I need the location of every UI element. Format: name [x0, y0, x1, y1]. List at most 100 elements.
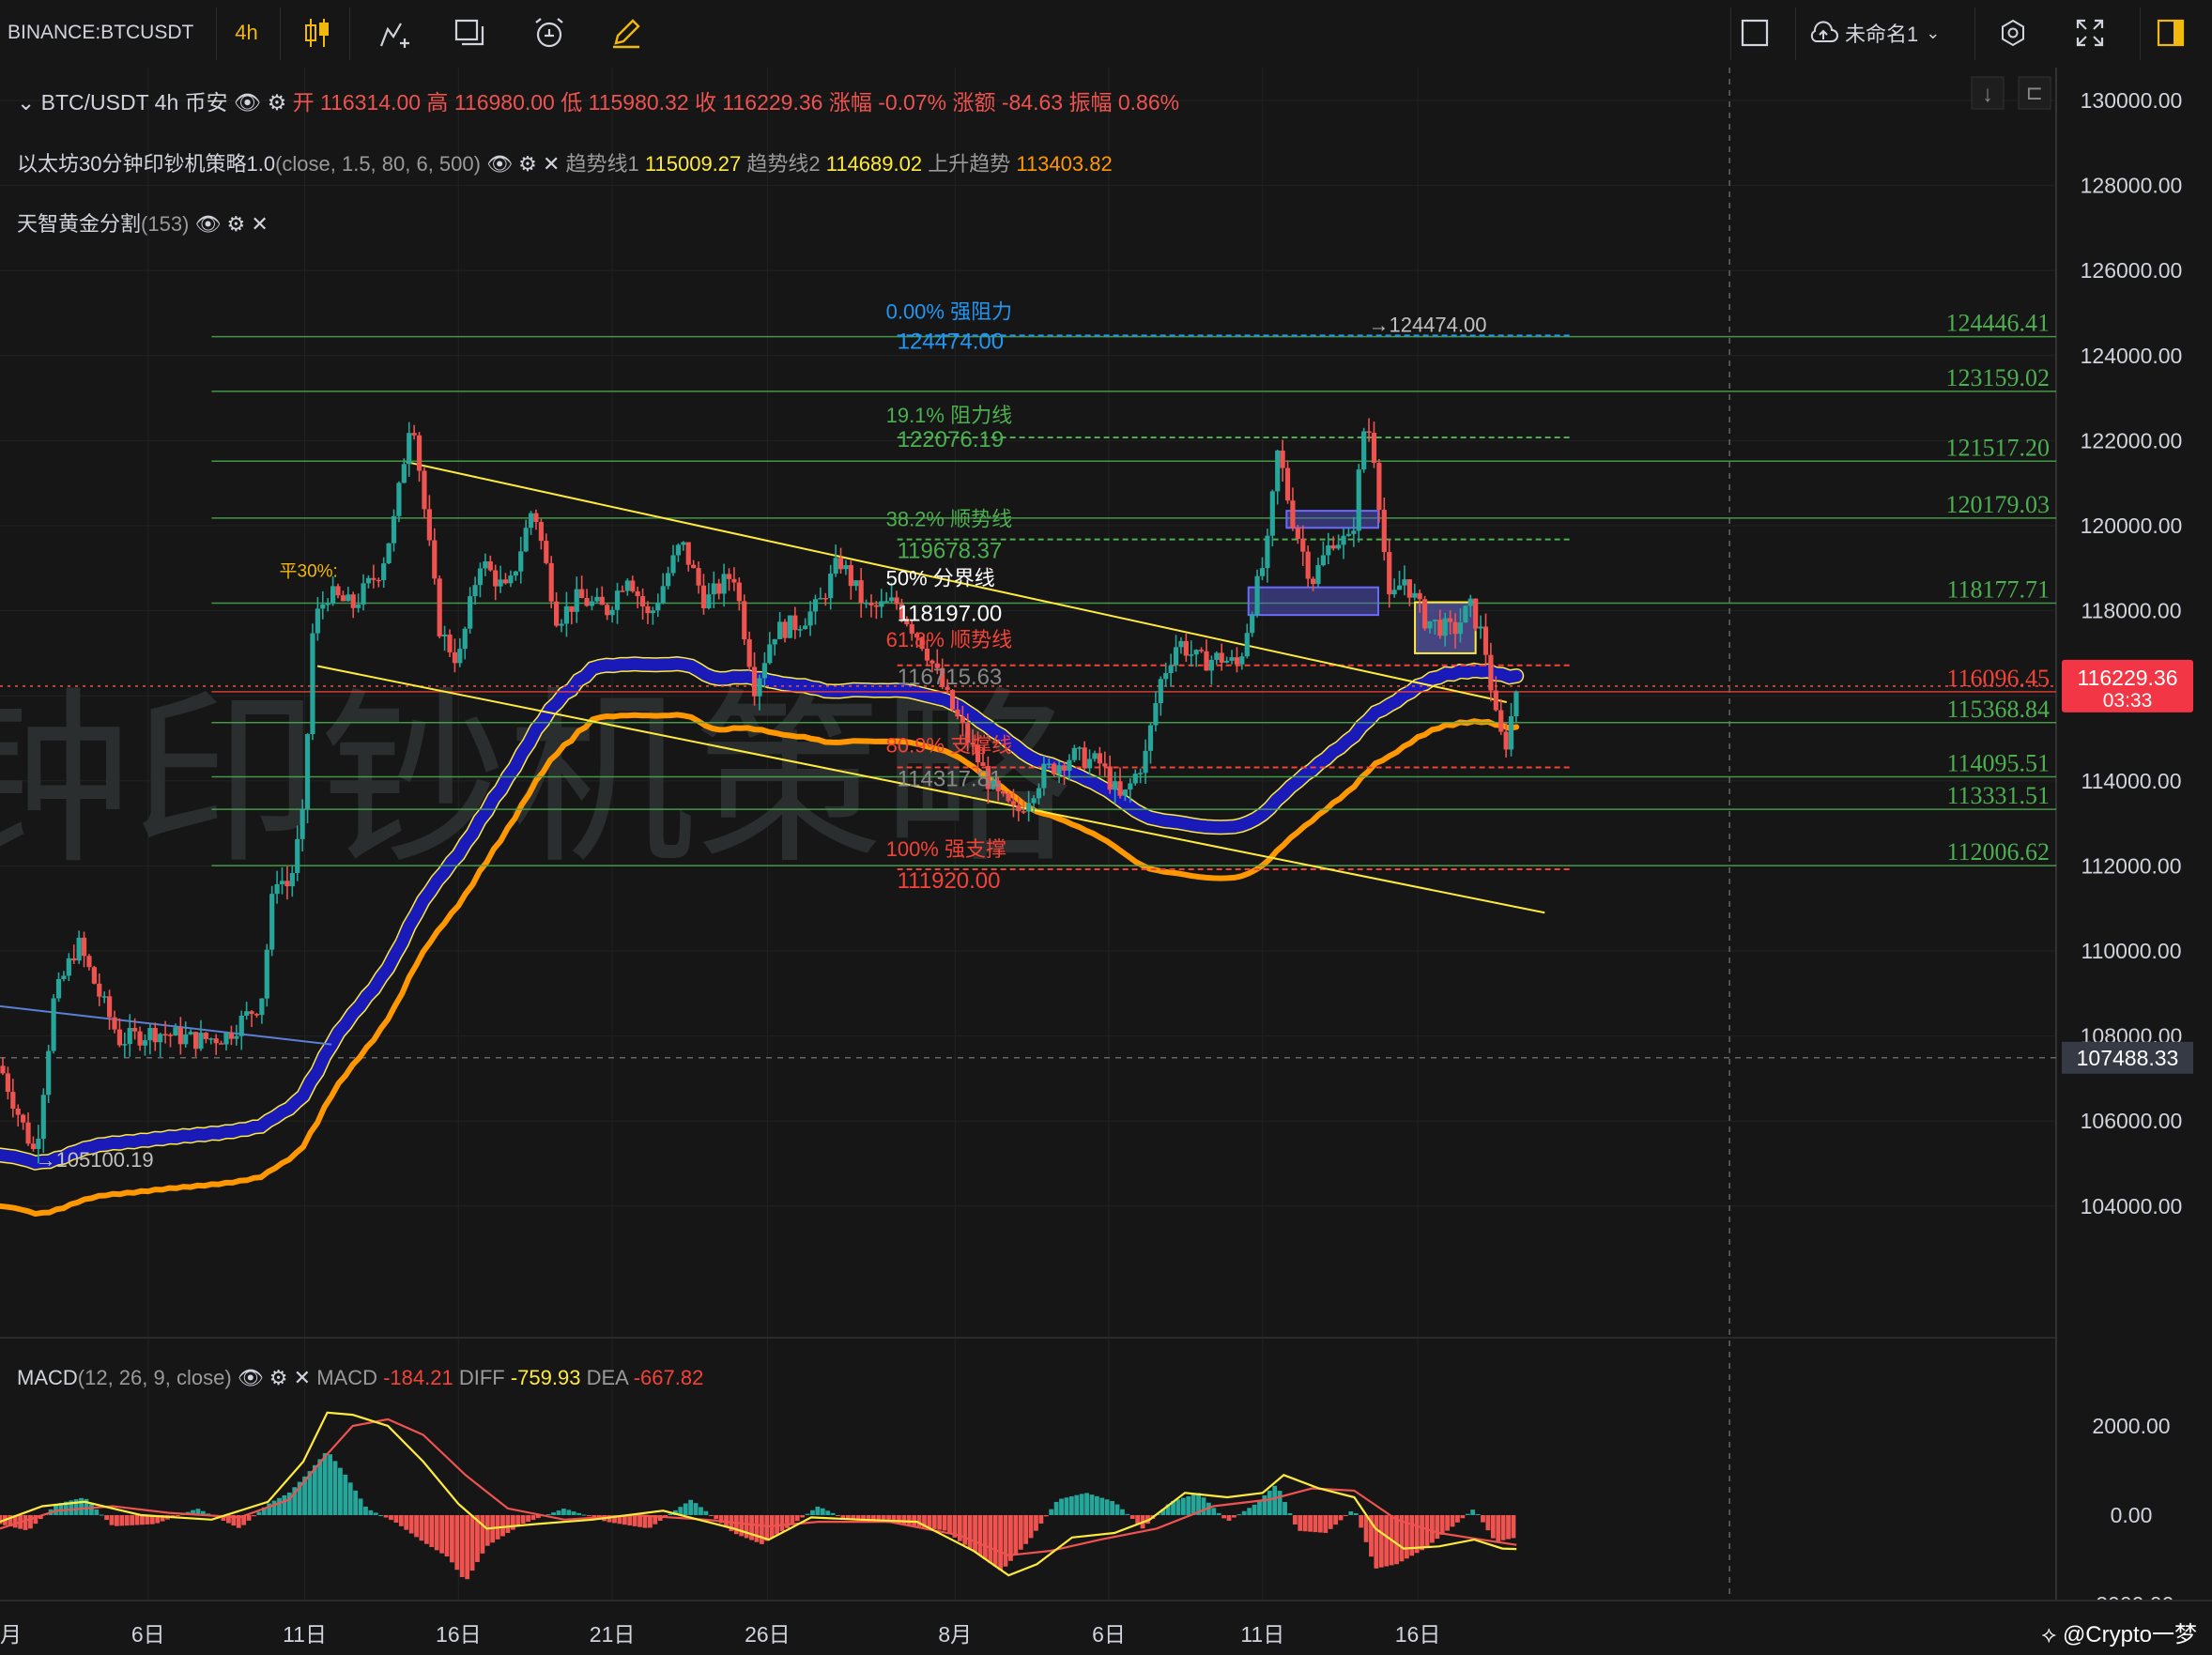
candle-body — [782, 621, 788, 638]
candle-body — [269, 894, 275, 950]
candle-body — [192, 1032, 199, 1050]
macd-tick: 0.00 — [2111, 1503, 2153, 1527]
price-level-label: 112006.62 — [1946, 838, 2050, 866]
candle-body — [86, 956, 92, 968]
legend-pair: BTC/USDT 4h 币安 — [41, 90, 234, 115]
candle-body — [498, 579, 503, 587]
macd-bar — [328, 1454, 332, 1515]
price-tick: 110000.00 — [2081, 939, 2181, 963]
candle-body — [1310, 578, 1316, 585]
time-tick: 16日 — [1395, 1622, 1441, 1647]
macd-bar — [561, 1509, 566, 1515]
macd-bar — [520, 1515, 526, 1525]
candle-body — [1345, 533, 1352, 536]
price-chart[interactable]: 钟印钞机策略 124446.41123159.02121517.20120179… — [0, 0, 2212, 1655]
candle-body — [295, 838, 300, 874]
price-level-label: 124446.41 — [1946, 310, 2051, 337]
macd-bar — [28, 1515, 33, 1529]
macd-bar — [764, 1515, 770, 1541]
candle-body — [416, 435, 422, 471]
macd-bar — [429, 1515, 435, 1548]
candle-body — [731, 578, 737, 583]
candle-body — [797, 629, 803, 631]
time-axis[interactable]: 月 6日 11日 16日 21日 26日 8月 6日 11日 16日 ⟡ @Crypto一梦 — [0, 1600, 2212, 1655]
candle-body — [574, 589, 579, 612]
candle-body — [518, 551, 524, 572]
macd-bar — [906, 1515, 912, 1525]
macd-bar — [1496, 1515, 1501, 1541]
candle-body — [1204, 651, 1209, 671]
macd-bar — [393, 1515, 399, 1523]
candle-body — [508, 575, 514, 584]
fib-level-name: 100% 强支撑 — [886, 837, 1006, 861]
macd-bar — [1374, 1515, 1379, 1569]
candle-body — [772, 638, 777, 645]
ohlc-value: -84.63 — [1002, 90, 1069, 115]
macd-bar — [1424, 1515, 1430, 1547]
candle-body — [1143, 750, 1148, 774]
candle-body — [1067, 759, 1072, 771]
macd-bar — [1003, 1515, 1008, 1567]
candle-body — [533, 513, 539, 523]
macd-bar — [1439, 1515, 1445, 1535]
candle-body — [10, 1092, 16, 1109]
macd-bar — [1247, 1508, 1252, 1515]
candle-body — [310, 633, 315, 735]
macd-bar — [500, 1515, 505, 1537]
macd-bar — [836, 1515, 840, 1516]
macd-bar — [1455, 1515, 1460, 1523]
price-tick: 114000.00 — [2081, 769, 2181, 793]
macd-bar — [404, 1515, 409, 1530]
macd-bar — [358, 1498, 363, 1515]
candle-body — [873, 605, 879, 607]
candle-body — [1254, 575, 1260, 615]
macd-bar — [363, 1506, 368, 1515]
candle-body — [219, 1043, 224, 1045]
candle-body — [1128, 783, 1133, 790]
macd-bar — [332, 1461, 338, 1515]
candle-body — [614, 590, 621, 610]
candle-body — [1269, 491, 1275, 536]
candle-body — [391, 515, 397, 544]
candle-body — [980, 762, 986, 766]
candle-body — [55, 978, 62, 999]
price-level-label: 115368.84 — [1946, 696, 2050, 723]
macd-bar — [130, 1515, 135, 1525]
candle-body — [1132, 774, 1138, 784]
candle-body — [1406, 579, 1412, 598]
macd-bar — [1226, 1515, 1232, 1521]
ohlc-label: 开 — [293, 90, 320, 115]
candle-body — [477, 568, 484, 586]
ohlc-value: 116229.36 — [722, 90, 828, 115]
price-tick: 104000.00 — [2081, 1194, 2183, 1218]
candle-body — [1417, 592, 1422, 600]
candle-body — [81, 937, 87, 957]
candle-body — [1391, 590, 1397, 595]
macd-bar — [805, 1513, 810, 1515]
high-marker: →124474.00 — [1368, 313, 1486, 336]
candle-body — [1341, 535, 1346, 545]
macd-bar — [434, 1515, 439, 1551]
candle-body — [203, 1033, 208, 1039]
zone-box — [1247, 586, 1379, 617]
macd-bar — [119, 1515, 125, 1526]
ohlc-value: 115980.32 — [589, 90, 695, 115]
macd-bar — [840, 1515, 846, 1519]
macd-bar — [1114, 1504, 1120, 1515]
candle-body — [548, 562, 554, 602]
candle-body — [1508, 716, 1514, 750]
macd-bar — [444, 1515, 450, 1557]
candle-body — [706, 594, 712, 609]
candle-body — [1086, 759, 1093, 769]
ohlc-value: 116980.00 — [454, 90, 561, 115]
candle-body — [1478, 626, 1483, 629]
candle-body — [25, 1122, 31, 1144]
candle-body — [483, 560, 488, 569]
candle-body — [1006, 793, 1011, 802]
macd-bar — [1013, 1515, 1019, 1555]
macd-bar — [1074, 1494, 1080, 1515]
candle-body — [787, 615, 793, 638]
candle-body — [468, 596, 473, 629]
macd-bar — [545, 1514, 551, 1516]
candle-body — [21, 1114, 26, 1123]
